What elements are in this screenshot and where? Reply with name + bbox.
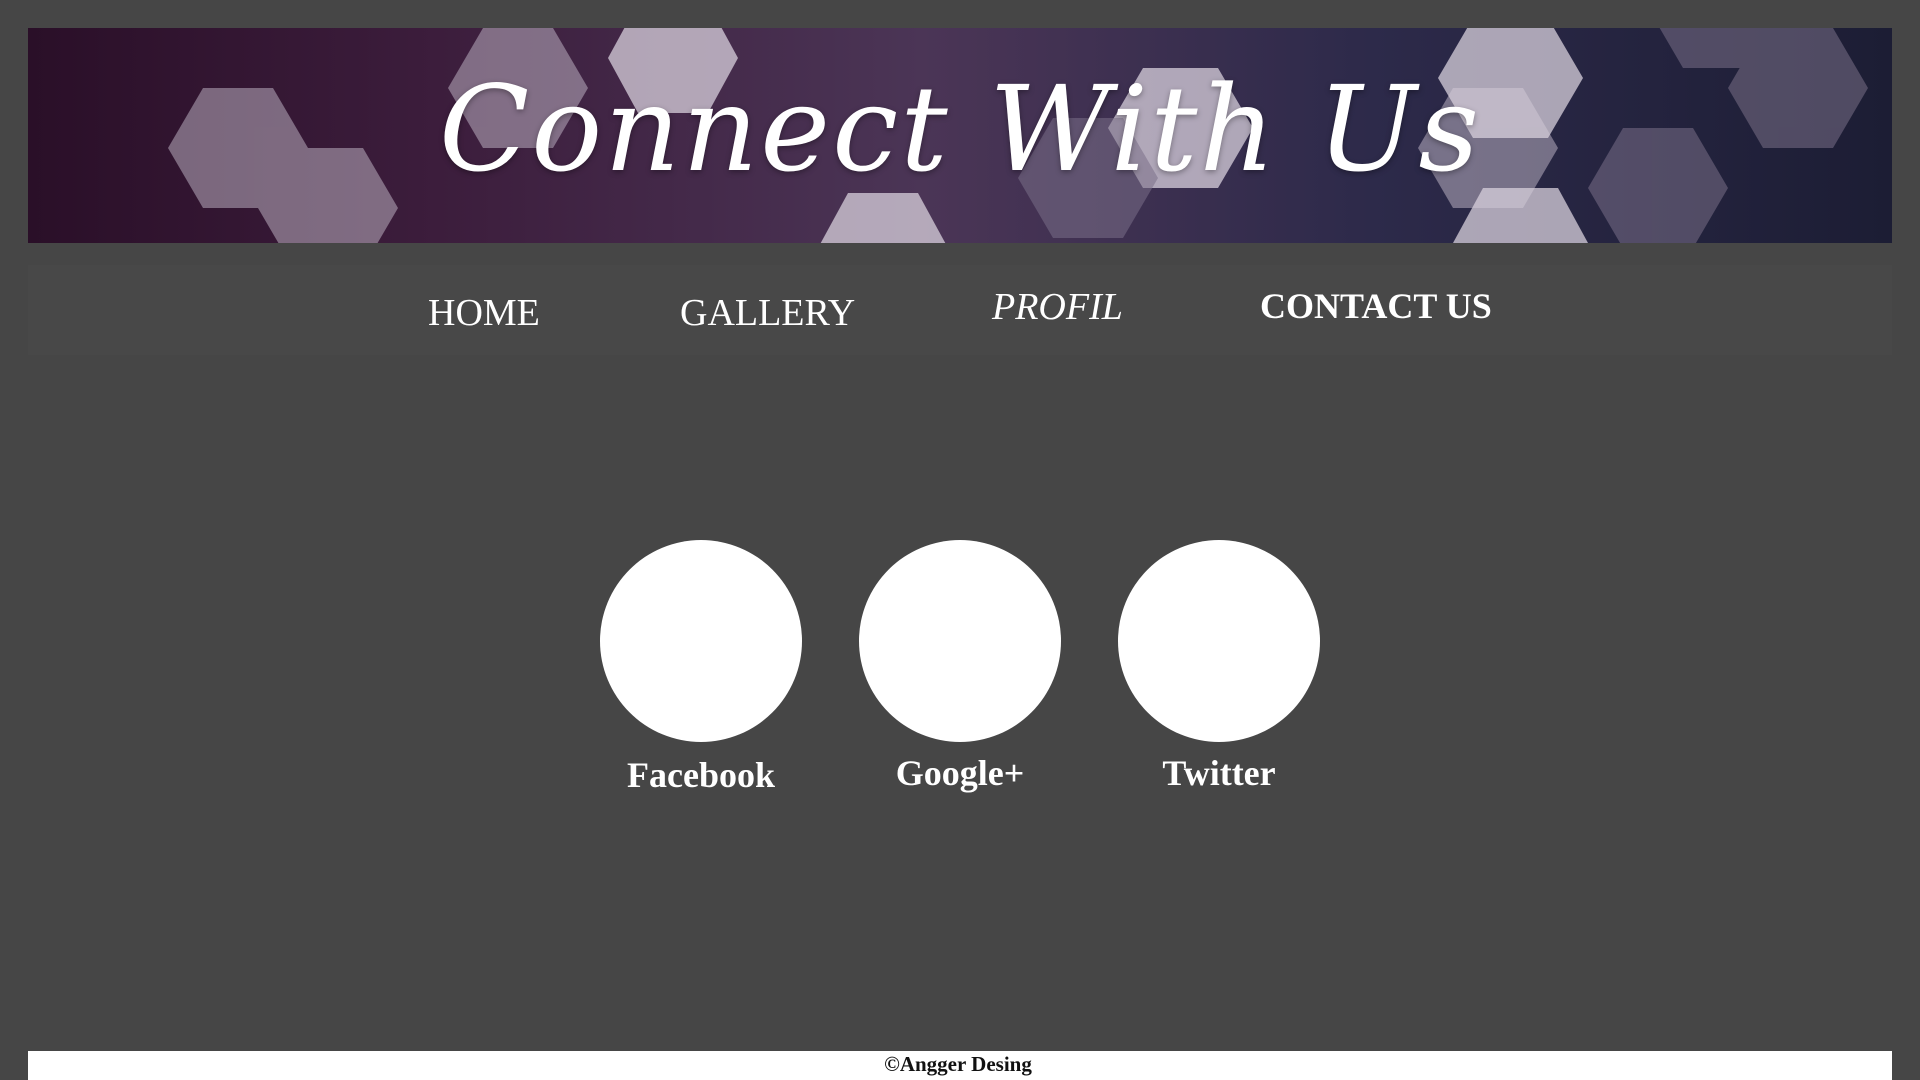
twitter-icon[interactable] <box>1118 540 1320 742</box>
footer-copyright: ©Angger Desing <box>884 1052 1032 1076</box>
twitter-label[interactable]: Twitter <box>1118 752 1320 794</box>
footer: ©Angger Desing <box>28 1051 1892 1080</box>
facebook-icon[interactable] <box>600 540 802 742</box>
google-plus-label[interactable]: Google+ <box>859 752 1061 794</box>
nav-contact-us-link[interactable]: CONTACT US <box>1260 285 1492 328</box>
nav-home-link[interactable]: HOME <box>428 291 540 337</box>
google-plus-link[interactable]: Google+ <box>859 540 1061 794</box>
header-banner: Connect With Us <box>28 28 1892 243</box>
nav-profil-link[interactable]: PROFIL <box>992 285 1123 331</box>
banner-title: Connect With Us <box>438 60 1482 198</box>
main-nav: HOME GALLERY PROFIL CONTACT US <box>28 265 1892 355</box>
twitter-link[interactable]: Twitter <box>1118 540 1320 794</box>
google-plus-icon[interactable] <box>859 540 1061 742</box>
facebook-label[interactable]: Facebook <box>600 754 802 796</box>
facebook-link[interactable]: Facebook <box>600 540 802 796</box>
nav-gallery-link[interactable]: GALLERY <box>680 291 855 337</box>
